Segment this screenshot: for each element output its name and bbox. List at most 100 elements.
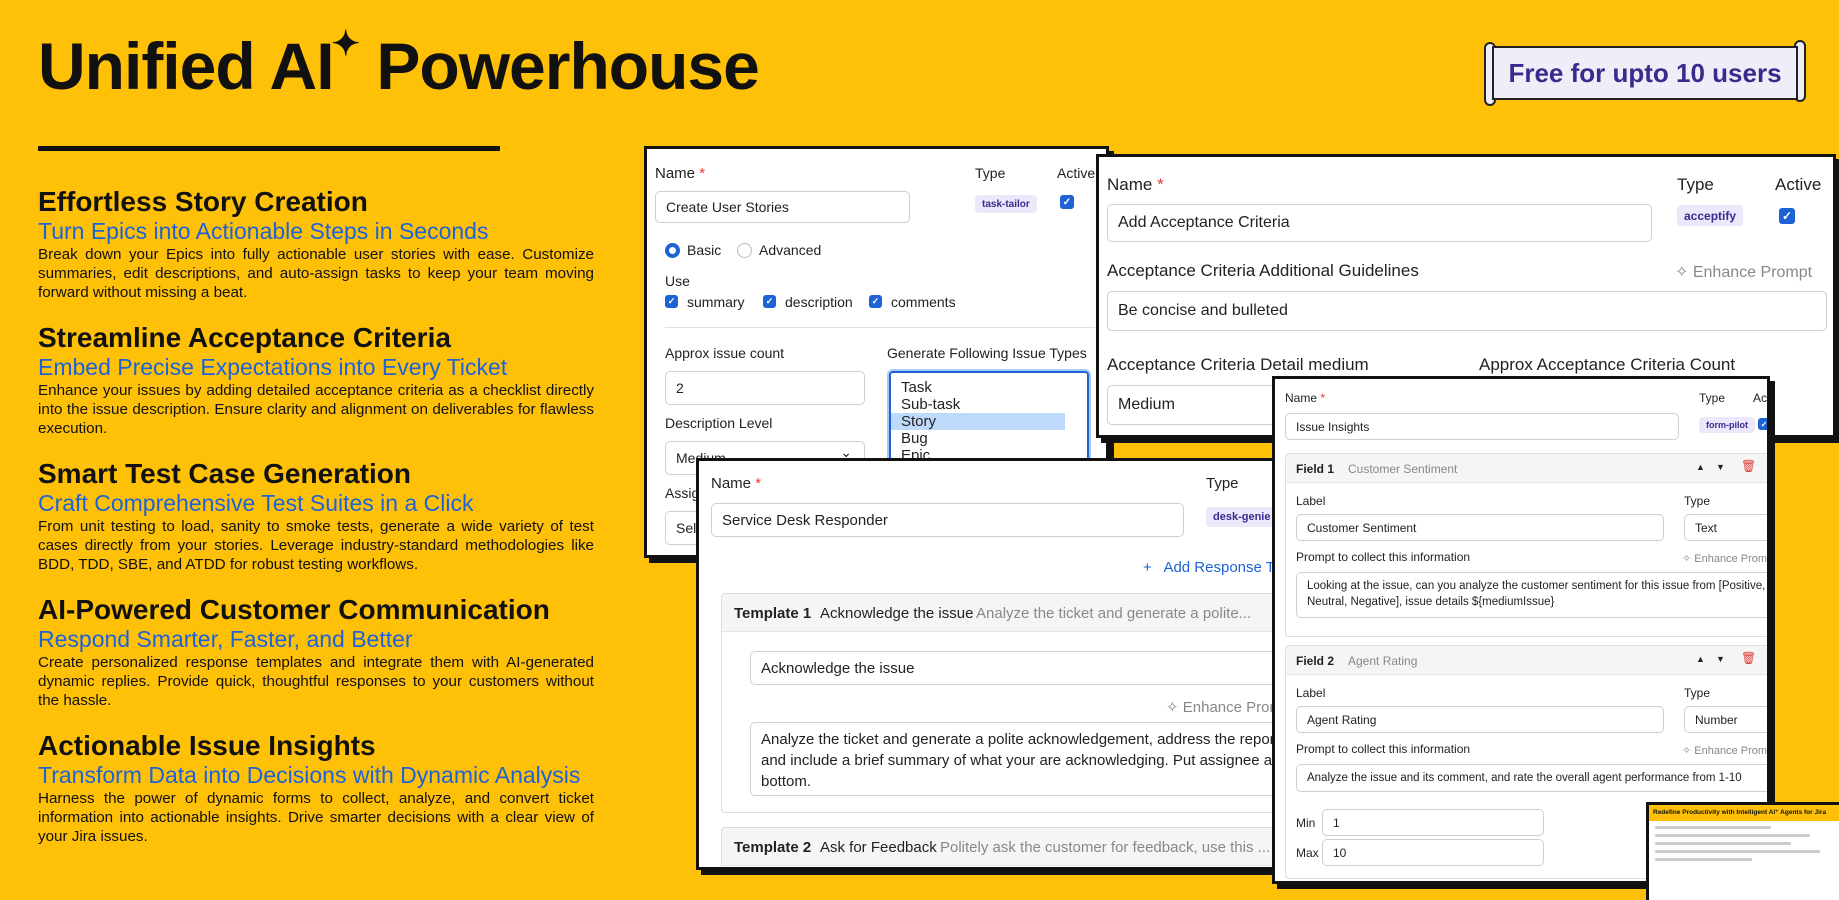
field-1-name: Customer Sentiment bbox=[1348, 462, 1458, 476]
feature-item: Effortless Story Creation Turn Epics int… bbox=[38, 186, 594, 302]
sparkle-icon: ✧ bbox=[1675, 264, 1689, 281]
thumbnail-title: Redefine Productivity with Intelligent A… bbox=[1649, 805, 1839, 821]
hero-title: Unified AI✦ Powerhouse bbox=[38, 25, 760, 104]
field-label-label: Label bbox=[1296, 686, 1326, 700]
template-1-header[interactable]: Template 1 Acknowledge the issue Analyze… bbox=[722, 594, 1303, 632]
document-thumbnail: Redefine Productivity with Intelligent A… bbox=[1646, 802, 1839, 900]
issue-type-option[interactable]: Bug bbox=[891, 430, 1087, 447]
feature-subtitle: Transform Data into Decisions with Dynam… bbox=[38, 762, 581, 788]
field-2-prompt-textarea[interactable]: Analyze the issue and its comment, and r… bbox=[1296, 764, 1767, 792]
active-label: Active bbox=[1775, 175, 1822, 194]
type-tag: desk-genie bbox=[1206, 507, 1278, 527]
move-up-icon[interactable]: ▲ bbox=[1696, 654, 1705, 664]
active-checkbox[interactable]: ✓ bbox=[1758, 418, 1767, 430]
thumbnail-line bbox=[1655, 834, 1811, 837]
feature-title: Streamline Acceptance Criteria bbox=[38, 322, 451, 353]
field-1-type-select[interactable]: Text⌄ bbox=[1684, 514, 1767, 541]
name-label: Name * bbox=[711, 475, 762, 492]
add-response-template-link[interactable]: + Add Response Te bbox=[1143, 559, 1282, 576]
enhance-prompt-button[interactable]: ✧ Enhance Prompt bbox=[1682, 552, 1770, 565]
template-1-name-input[interactable]: Acknowledge the issue bbox=[750, 651, 1303, 685]
field-1-prompt-textarea[interactable]: Looking at the issue, can you analyze th… bbox=[1296, 572, 1767, 618]
sparkle-icon: ✧ bbox=[1166, 699, 1179, 716]
enhance-prompt-label: Enhance Prompt bbox=[1694, 553, 1770, 565]
issue-type-option[interactable]: Sub-task bbox=[891, 396, 1087, 413]
trash-icon[interactable]: 🗑 bbox=[1741, 459, 1756, 473]
guidelines-label: Acceptance Criteria Additional Guideline… bbox=[1107, 261, 1419, 280]
name-input[interactable]: Service Desk Responder bbox=[711, 503, 1184, 537]
required-asterisk: * bbox=[755, 475, 762, 492]
description-checkbox[interactable]: ✓ bbox=[763, 295, 776, 308]
issue-types-listbox[interactable]: Task Sub-task Story Bug Epic bbox=[889, 371, 1089, 461]
enhance-prompt-label: Enhance Prompt bbox=[1692, 264, 1813, 281]
min-label: Min bbox=[1296, 816, 1316, 830]
field-2-type-value: Number bbox=[1695, 712, 1738, 727]
comments-checkbox[interactable]: ✓ bbox=[869, 295, 882, 308]
assignee-label: Assig bbox=[665, 485, 700, 501]
name-input[interactable]: Issue Insights bbox=[1285, 413, 1679, 440]
field-type-label: Type bbox=[1684, 686, 1711, 700]
criteria-count-label: Approx Acceptance Criteria Count bbox=[1479, 355, 1736, 374]
field-2-label-input[interactable]: Agent Rating bbox=[1296, 706, 1664, 733]
title-underline bbox=[38, 146, 500, 151]
template-2-preview: Politely ask the customer for feedback, … bbox=[940, 839, 1271, 856]
active-checkbox[interactable]: ✓ bbox=[1779, 208, 1795, 224]
feature-subtitle: Embed Precise Expectations into Every Ti… bbox=[38, 354, 508, 380]
feature-item: Actionable Issue Insights Transform Data… bbox=[38, 730, 594, 846]
description-level-label: Description Level bbox=[665, 415, 773, 431]
active-label: Active bbox=[1753, 391, 1770, 405]
max-label: Max bbox=[1296, 846, 1319, 860]
advanced-radio[interactable] bbox=[737, 243, 752, 258]
move-down-icon[interactable]: ▼ bbox=[1716, 654, 1725, 664]
feature-item: Smart Test Case Generation Craft Compreh… bbox=[38, 458, 594, 574]
move-up-icon[interactable]: ▲ bbox=[1696, 462, 1705, 472]
template-1-panel: Template 1 Acknowledge the issue Analyze… bbox=[721, 593, 1303, 813]
required-asterisk: * bbox=[1320, 391, 1326, 405]
feature-item: AI-Powered Customer Communication Respon… bbox=[38, 594, 594, 710]
template-2-header[interactable]: Template 2 Ask for Feedback Politely ask… bbox=[722, 828, 1303, 866]
detail-medium-label: Acceptance Criteria Detail medium bbox=[1107, 355, 1369, 374]
feature-subtitle: Craft Comprehensive Test Suites in a Cli… bbox=[38, 490, 474, 516]
type-tag: form-pilot bbox=[1699, 417, 1755, 433]
name-label: Name * bbox=[655, 165, 706, 182]
type-label: Type bbox=[1699, 391, 1726, 405]
hero-title-suffix: Powerhouse bbox=[359, 29, 759, 103]
comments-label: comments bbox=[891, 294, 956, 310]
field-2-type-select[interactable]: Number⌄ bbox=[1684, 706, 1767, 733]
template-1-title: Acknowledge the issue bbox=[820, 605, 974, 622]
name-input[interactable]: Create User Stories bbox=[655, 191, 910, 223]
thumbnail-line bbox=[1655, 826, 1772, 829]
trash-icon[interactable]: 🗑 bbox=[1741, 651, 1756, 665]
field-label-label: Label bbox=[1296, 494, 1326, 508]
advanced-radio-label: Advanced bbox=[759, 242, 822, 258]
thumbnail-line bbox=[1655, 842, 1791, 845]
sparkle-icon: ✧ bbox=[1682, 553, 1692, 565]
template-1-prompt-textarea[interactable]: Analyze the ticket and generate a polite… bbox=[750, 722, 1303, 796]
section-divider bbox=[665, 327, 1095, 328]
guidelines-textarea[interactable]: Be concise and bulleted bbox=[1107, 291, 1827, 331]
feature-body: Enhance your issues by adding detailed a… bbox=[38, 382, 594, 437]
badge-banner: Free for upto 10 users bbox=[1492, 46, 1798, 100]
add-response-template-label: Add Response Te bbox=[1163, 559, 1282, 576]
basic-radio[interactable] bbox=[665, 243, 680, 258]
feature-body: Harness the power of dynamic forms to co… bbox=[38, 790, 594, 845]
name-input[interactable]: Add Acceptance Criteria bbox=[1107, 204, 1652, 242]
approx-issue-count-input[interactable]: 2 bbox=[665, 371, 865, 405]
enhance-prompt-button[interactable]: ✧ Enhance Prompt bbox=[1675, 262, 1812, 282]
min-input[interactable]: 1 bbox=[1322, 809, 1544, 836]
field-1-type-value: Text bbox=[1695, 520, 1718, 535]
sparkle-icon: ✦ bbox=[331, 25, 360, 63]
active-checkbox[interactable]: ✓ bbox=[1060, 195, 1074, 209]
max-input[interactable]: 10 bbox=[1322, 839, 1544, 866]
issue-type-option-selected[interactable]: Story bbox=[891, 413, 1065, 430]
move-down-icon[interactable]: ▼ bbox=[1716, 462, 1725, 472]
summary-checkbox[interactable]: ✓ bbox=[665, 295, 678, 308]
template-2-number: Template 2 bbox=[734, 839, 812, 856]
name-label: Name * bbox=[1107, 175, 1164, 194]
field-1-label-input[interactable]: Customer Sentiment bbox=[1296, 514, 1664, 541]
enhance-prompt-button[interactable]: ✧ Enhance Prompt bbox=[1682, 744, 1767, 757]
template-2-panel: Template 2 Ask for Feedback Politely ask… bbox=[721, 827, 1303, 867]
approx-issue-count-label: Approx issue count bbox=[665, 345, 785, 361]
issue-type-option[interactable]: Task bbox=[891, 379, 1087, 396]
feature-body: Break down your Epics into fully actiona… bbox=[38, 246, 594, 301]
